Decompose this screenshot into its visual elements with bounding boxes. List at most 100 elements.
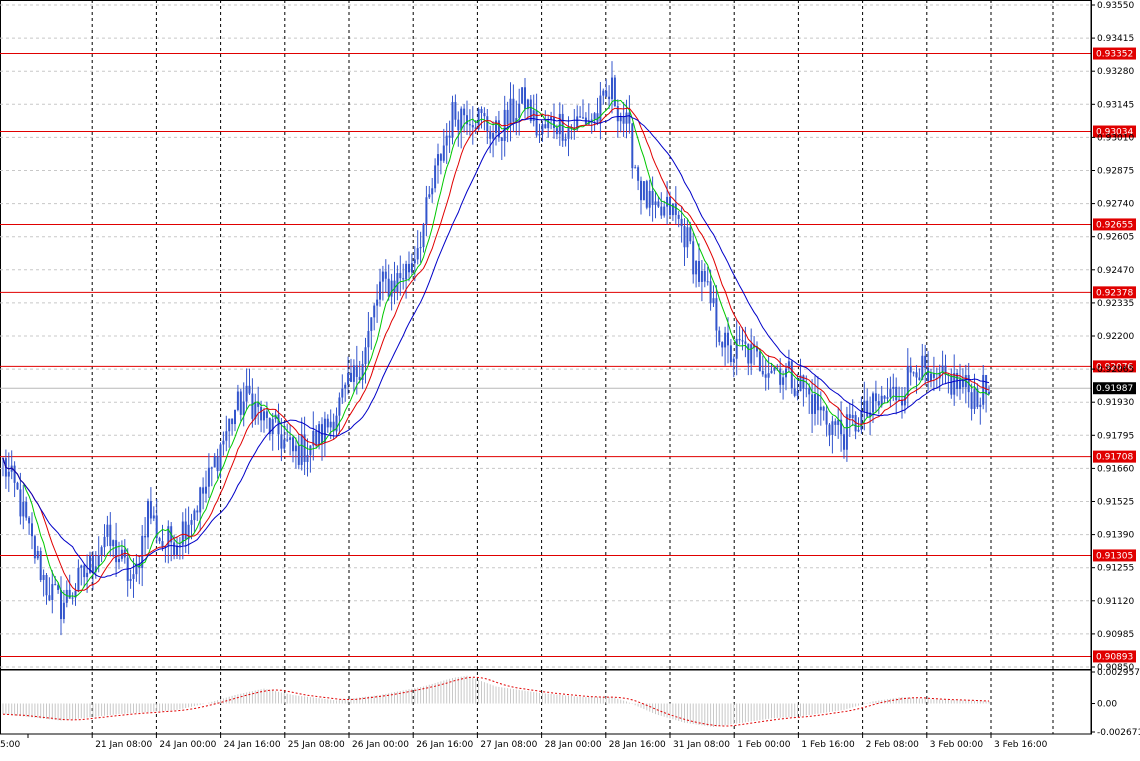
candle-body	[634, 167, 637, 169]
candle-body	[779, 368, 782, 385]
candle-body	[608, 96, 611, 100]
candle-body	[132, 574, 135, 579]
candle-body	[25, 501, 28, 518]
price-tick-label: 0.92875	[1097, 167, 1134, 177]
candle-body	[234, 409, 236, 425]
candle-body	[811, 394, 814, 414]
candle-body	[674, 203, 677, 215]
candle-body	[538, 134, 541, 136]
candle-body	[628, 112, 631, 124]
candle-body	[419, 247, 422, 249]
candle-body	[567, 127, 570, 139]
candle-body	[706, 281, 709, 283]
candle-body	[280, 434, 283, 449]
candle-body	[408, 263, 410, 273]
candle-body	[512, 98, 515, 122]
current-price-label: 0.91987	[1096, 384, 1133, 394]
candle-body	[622, 116, 625, 124]
candle-body	[744, 341, 747, 344]
price-level-label: 0.93352	[1096, 50, 1133, 60]
candle-body	[495, 120, 497, 134]
time-tick-label: 28 Jan 00:00	[545, 740, 602, 750]
candle-body	[468, 124, 471, 126]
candle-body	[207, 467, 210, 487]
candle-body	[732, 358, 735, 363]
candle-body	[767, 373, 770, 378]
candle-body	[483, 113, 486, 117]
price-chart-svg[interactable]: 0.933520.930340.926550.923780.920760.917…	[0, 0, 1140, 757]
candle-body	[425, 197, 428, 225]
price-level-label: 0.92655	[1096, 220, 1133, 230]
chart-area[interactable]: 0.93352 0.93034 0.92655 0.92378 0.92076 0.917…	[0, 0, 1140, 757]
candle-body	[666, 196, 669, 207]
candle-body	[970, 392, 973, 409]
candle-body	[529, 99, 532, 122]
candle-body	[347, 372, 350, 385]
candle-body	[42, 575, 45, 580]
candle-body	[845, 414, 848, 450]
price-tick-label: 0.91255	[1097, 564, 1134, 574]
candle-body	[413, 259, 416, 264]
candle-body	[402, 278, 405, 280]
candle-body	[930, 373, 932, 382]
candle-body	[36, 550, 39, 559]
candle-body	[506, 109, 509, 125]
price-tick-label: 0.91120	[1097, 597, 1134, 607]
candle-body	[176, 545, 178, 555]
price-tick-label: 0.90985	[1097, 630, 1134, 640]
candle-body	[924, 355, 927, 368]
candle-body	[613, 77, 616, 107]
time-tick-label: 27 Jan 08:00	[480, 740, 537, 750]
candle-body	[48, 595, 51, 601]
candle-body	[71, 597, 74, 599]
candle-body	[590, 119, 593, 121]
candle-body	[193, 510, 196, 521]
candle-body	[416, 248, 419, 260]
candle-body	[796, 391, 799, 396]
candle-body	[454, 102, 457, 120]
candle-body	[399, 273, 402, 279]
candle-body	[190, 520, 193, 525]
candle-body	[828, 424, 831, 435]
candle-body	[144, 535, 147, 538]
candle-body	[219, 444, 222, 472]
candle-body	[689, 227, 692, 242]
candle-body	[318, 424, 321, 446]
candle-body	[874, 393, 877, 402]
candle-body	[265, 411, 268, 418]
candle-body	[60, 589, 62, 620]
candle-body	[210, 467, 213, 469]
candle-body	[680, 218, 683, 227]
candle-body	[236, 391, 239, 410]
candle-body	[825, 410, 828, 425]
candle-body	[889, 388, 892, 398]
candle-body	[700, 270, 703, 282]
candle-body	[196, 510, 199, 513]
candle-body	[973, 388, 976, 409]
candle-body	[761, 370, 764, 375]
candle-body	[596, 113, 599, 122]
candle-body	[657, 201, 660, 207]
price-level-label: 0.91305	[1096, 551, 1133, 561]
candle-body	[410, 263, 413, 273]
candle-body	[816, 394, 819, 411]
candle-body	[396, 273, 399, 292]
candle-body	[115, 540, 118, 563]
price-level-label: 0.91708	[1096, 453, 1133, 463]
candle-body	[883, 395, 886, 399]
candle-body	[692, 241, 695, 275]
candle-body	[553, 116, 555, 129]
osc-tick-label: 0.002957	[1097, 668, 1140, 678]
candle-body	[602, 90, 605, 96]
candle-body	[199, 487, 202, 513]
time-tick-label: 28 Jan 16:00	[609, 740, 666, 750]
candle-body	[33, 536, 36, 559]
candle-body	[857, 429, 860, 432]
candle-body	[80, 565, 83, 568]
price-tick-label: 0.93010	[1097, 133, 1134, 143]
candle-body	[764, 374, 767, 378]
candle-body	[918, 377, 921, 381]
candle-body	[178, 544, 181, 546]
candle-body	[373, 305, 376, 318]
candle-body	[463, 108, 466, 116]
